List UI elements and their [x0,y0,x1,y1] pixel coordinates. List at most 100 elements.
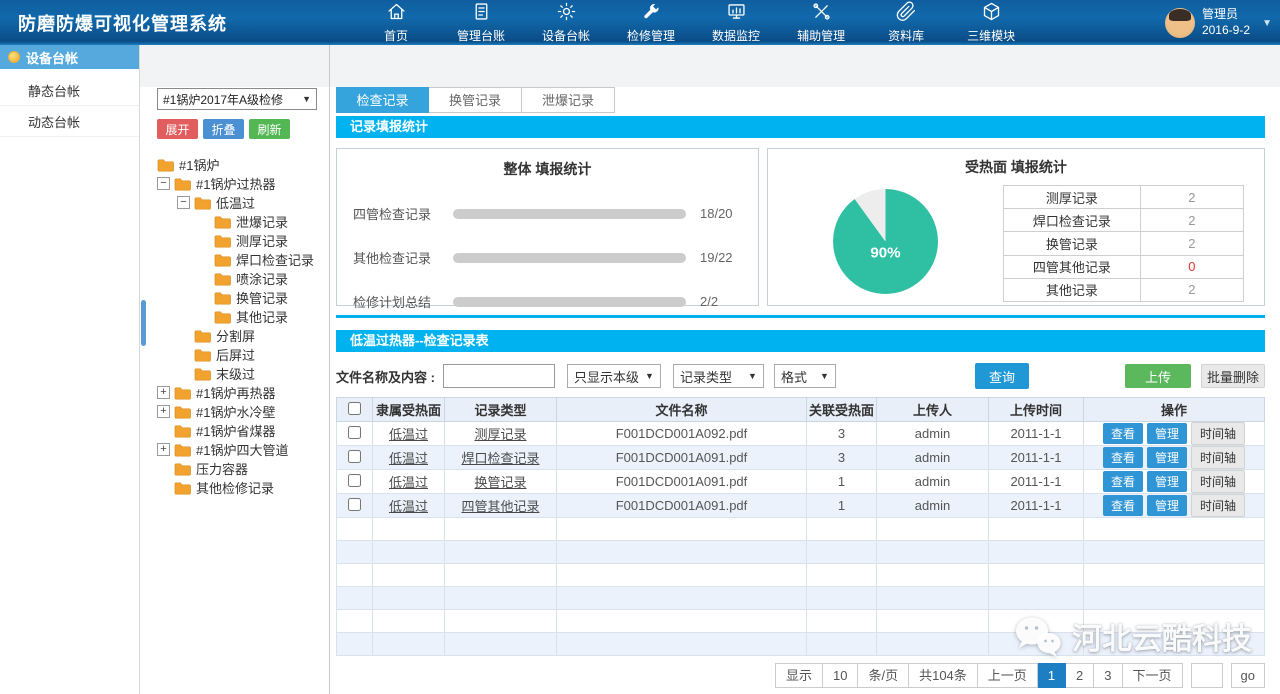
expand-node-icon[interactable]: + [157,443,170,456]
surface-link[interactable]: 低温过 [389,475,428,490]
collapse-button[interactable]: 折叠 [203,119,244,139]
go-button[interactable]: go [1231,663,1265,688]
pagination-cell-1[interactable]: 1 [1038,663,1066,688]
tree-node-焊口检查记录[interactable]: 焊口检查记录 [157,250,329,269]
row-checkbox[interactable] [348,498,361,511]
batch-delete-button[interactable]: 批量删除 [1201,364,1265,388]
tree-node-#1锅炉再热器[interactable]: +#1锅炉再热器 [157,383,329,402]
folder-icon [194,348,216,362]
record-type-link[interactable]: 测厚记录 [474,427,526,442]
row-checkbox[interactable] [348,426,361,439]
pagination-cell-显示[interactable]: 显示 [775,663,823,688]
record-type-link[interactable]: 换管记录 [474,475,526,490]
nav-item-设备台帐[interactable]: 设备台帐 [542,1,590,44]
yellow-dot-icon [8,51,20,63]
row-checkbox[interactable] [348,474,361,487]
tree-node-其他记录[interactable]: 其他记录 [157,307,329,326]
pagination-cell-上一页[interactable]: 上一页 [978,663,1038,688]
pagination-cell-条/页[interactable]: 条/页 [858,663,909,688]
tree-node-#1锅炉过热器[interactable]: −#1锅炉过热器 [157,174,329,193]
surface-link[interactable]: 低温过 [389,427,428,442]
nav-item-检修管理[interactable]: 检修管理 [627,1,675,44]
timeline-button[interactable]: 时间轴 [1191,422,1245,445]
nav-item-管理台账[interactable]: 管理台账 [457,1,505,44]
overhaul-select[interactable]: #1锅炉2017年A级检修 ▼ [157,88,317,110]
view-button[interactable]: 查看 [1103,495,1143,516]
column-header-上传时间: 上传时间 [989,398,1084,422]
tree-node-测厚记录[interactable]: 测厚记录 [157,231,329,250]
tree-node-喷涂记录[interactable]: 喷涂记录 [157,269,329,288]
overall-stats-title: 整体 填报统计 [353,159,742,179]
surface-stat-row: 焊口检查记录2 [1004,209,1244,232]
file-search-input[interactable] [443,364,555,388]
tree-node-压力容器[interactable]: 压力容器 [157,459,329,478]
query-button[interactable]: 查询 [975,363,1029,389]
tree-scrollbar-thumb[interactable] [141,300,146,346]
tab-换管记录[interactable]: 换管记录 [429,87,522,113]
tree-node-换管记录[interactable]: 换管记录 [157,288,329,307]
page-jump-input[interactable] [1191,663,1223,688]
collapse-node-icon[interactable]: − [157,177,170,190]
progress-row-四管检查记录: 四管检查记录18/20 [353,204,742,223]
progress-track [453,209,686,219]
pagination-cell-3[interactable]: 3 [1094,663,1122,688]
expand-button[interactable]: 展开 [157,119,198,139]
surface-link[interactable]: 低温过 [389,451,428,466]
manage-button[interactable]: 管理 [1147,447,1187,468]
record-tabs: 检查记录换管记录泄爆记录 [336,87,1265,113]
timeline-button[interactable]: 时间轴 [1191,494,1245,517]
chevron-down-icon[interactable]: ▼ [1262,18,1272,29]
nav-item-三维模块[interactable]: 三维模块 [967,1,1015,44]
record-type-link[interactable]: 焊口检查记录 [461,451,539,466]
timeline-button[interactable]: 时间轴 [1191,470,1245,493]
manage-button[interactable]: 管理 [1147,423,1187,444]
manage-button[interactable]: 管理 [1147,471,1187,492]
row-checkbox[interactable] [348,450,361,463]
tree-node-#1锅炉省煤器[interactable]: #1锅炉省煤器 [157,421,329,440]
select-all-checkbox[interactable] [348,402,361,415]
tree-node-后屏过[interactable]: 后屏过 [157,345,329,364]
view-button[interactable]: 查看 [1103,471,1143,492]
tree-node-末级过[interactable]: 末级过 [157,364,329,383]
tree-node-#1锅炉四大管道[interactable]: +#1锅炉四大管道 [157,440,329,459]
folder-icon [214,310,236,324]
expand-node-icon[interactable]: + [157,405,170,418]
tree-node-#1锅炉[interactable]: #1锅炉 [157,155,329,174]
upload-button[interactable]: 上传 [1125,364,1191,388]
folder-icon [214,234,236,248]
nav-item-首页[interactable]: 首页 [372,1,420,44]
tab-泄爆记录[interactable]: 泄爆记录 [522,87,615,113]
format-select[interactable]: 格式▼ [774,364,836,388]
pagination-cell-共104条[interactable]: 共104条 [909,663,978,688]
tree-node-分割屏[interactable]: 分割屏 [157,326,329,345]
folder-icon [194,196,216,210]
tree-node-其他检修记录[interactable]: 其他检修记录 [157,478,329,497]
tab-检查记录[interactable]: 检查记录 [336,87,429,113]
collapse-node-icon[interactable]: − [177,196,190,209]
pagination-cell-2[interactable]: 2 [1066,663,1094,688]
nav-item-资料库[interactable]: 资料库 [882,1,930,44]
view-button[interactable]: 查看 [1103,423,1143,444]
pagination-cell-10[interactable]: 10 [823,663,858,688]
tree-node-#1锅炉水冷壁[interactable]: +#1锅炉水冷壁 [157,402,329,421]
cyan-divider [336,315,1265,318]
surface-link[interactable]: 低温过 [389,499,428,514]
sidebar-item-动态台帐[interactable]: 动态台帐 [0,106,139,137]
timeline-button[interactable]: 时间轴 [1191,446,1245,469]
record-type-link[interactable]: 四管其他记录 [461,499,539,514]
nav-item-辅助管理[interactable]: 辅助管理 [797,1,845,44]
sidebar-item-静态台帐[interactable]: 静态台帐 [0,75,139,106]
paperclip-icon [896,1,917,25]
nav-item-数据监控[interactable]: 数据监控 [712,1,760,44]
pagination-cell-下一页[interactable]: 下一页 [1123,663,1183,688]
manage-button[interactable]: 管理 [1147,495,1187,516]
tree-node-泄爆记录[interactable]: 泄爆记录 [157,212,329,231]
tree-node-低温过[interactable]: −低温过 [157,193,329,212]
surface-stats-panel: 受热面 填报统计 90% 测厚记录2焊口检查记录2换管记录2四管其他记录0其他记… [767,148,1265,306]
level-filter-select[interactable]: 只显示本级▼ [567,364,661,388]
record-type-select[interactable]: 记录类型▼ [673,364,764,388]
expand-node-icon[interactable]: + [157,386,170,399]
refresh-button[interactable]: 刷新 [249,119,290,139]
view-button[interactable]: 查看 [1103,447,1143,468]
sidebar-item-设备台帐[interactable]: 设备台帐 [0,45,139,69]
